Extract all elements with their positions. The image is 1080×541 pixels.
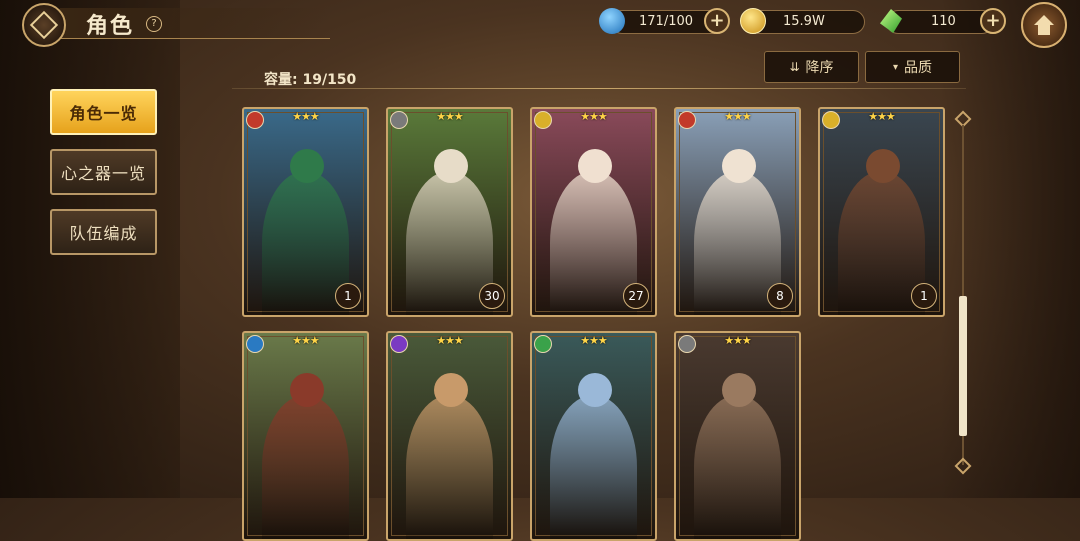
character-card[interactable]: ★★★ — [386, 331, 513, 541]
fire-element-icon — [678, 111, 696, 129]
chevron-down-icon: ▾ — [892, 61, 899, 73]
capacity-label: 容量: 19/150 — [264, 72, 357, 88]
quality-filter-label: 品质 — [904, 60, 933, 76]
character-head — [866, 149, 900, 183]
level-badge: 27 — [623, 283, 649, 309]
level-badge: 8 — [767, 283, 793, 309]
home-icon-body — [1038, 25, 1050, 35]
character-head — [722, 149, 756, 183]
sort-order-label: 降序 — [805, 60, 834, 76]
character-head — [722, 373, 756, 407]
scroll-thumb[interactable] — [959, 296, 967, 436]
back-button[interactable] — [22, 3, 66, 47]
wind-element-icon — [534, 335, 552, 353]
character-card[interactable]: ★★★ 1 — [818, 107, 945, 317]
character-portrait — [262, 394, 349, 539]
sort-descending-icon: ⇊ — [789, 60, 800, 74]
fire-element-icon — [246, 111, 264, 129]
dark-element-icon — [390, 335, 408, 353]
gold-coin-icon — [740, 8, 766, 34]
character-head — [290, 373, 324, 407]
character-card[interactable]: ★★★ — [242, 331, 369, 541]
home-icon — [1034, 15, 1054, 25]
water-element-icon — [246, 335, 264, 353]
level-badge: 30 — [479, 283, 505, 309]
gold-value: 15.9W — [783, 14, 825, 29]
neutral-element-icon — [390, 111, 408, 129]
level-badge: 1 — [911, 283, 937, 309]
character-head — [434, 149, 468, 183]
character-head — [578, 149, 612, 183]
menu-heart-vessel-list[interactable]: 心之器一览 — [50, 149, 157, 195]
level-badge: 1 — [335, 283, 361, 309]
character-portrait — [694, 394, 781, 539]
character-card[interactable]: ★★★ 1 — [242, 107, 369, 317]
character-head — [578, 373, 612, 407]
page-title: 角色 — [86, 14, 135, 39]
gem-value: 110 — [931, 14, 956, 29]
character-head — [290, 149, 324, 183]
gem-counter: 110 — [886, 10, 994, 34]
stamina-value: 171/100 — [639, 14, 694, 29]
add-gems-button[interactable]: + — [980, 8, 1006, 34]
sort-order-button[interactable]: ⇊ 降序 — [764, 51, 859, 83]
character-card[interactable]: ★★★ 30 — [386, 107, 513, 317]
header-divider — [232, 88, 966, 89]
character-portrait — [406, 394, 493, 539]
character-card[interactable]: ★★★ 8 — [674, 107, 801, 317]
light-element-icon — [822, 111, 840, 129]
menu-team-formation[interactable]: 队伍编成 — [50, 209, 157, 255]
quality-filter-button[interactable]: ▾ 品质 — [865, 51, 960, 83]
water-drop-icon — [599, 8, 625, 34]
top-bar: 角色 ? 171/100 + 15.9W 110 + — [0, 0, 1080, 48]
character-card[interactable]: ★★★ — [674, 331, 801, 541]
menu-character-list[interactable]: 角色一览 — [50, 89, 157, 135]
add-stamina-button[interactable]: + — [704, 8, 730, 34]
neutral-element-icon — [678, 335, 696, 353]
home-button[interactable] — [1021, 2, 1067, 48]
question-icon[interactable]: ? — [146, 16, 162, 32]
character-card[interactable]: ★★★ 27 — [530, 107, 657, 317]
light-element-icon — [534, 111, 552, 129]
character-head — [434, 373, 468, 407]
character-card[interactable]: ★★★ — [530, 331, 657, 541]
character-portrait — [550, 394, 637, 539]
diamond-back-icon — [29, 10, 59, 40]
